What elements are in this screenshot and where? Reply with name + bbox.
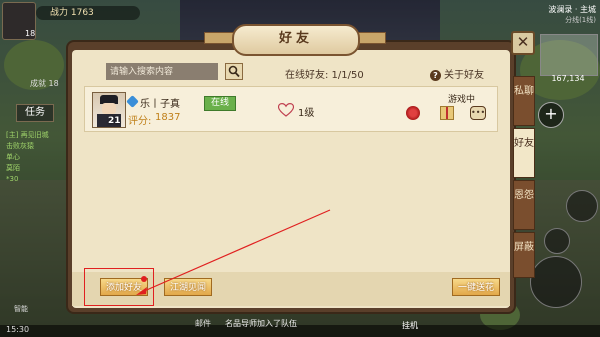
- annotation-arrow: [136, 209, 331, 295]
